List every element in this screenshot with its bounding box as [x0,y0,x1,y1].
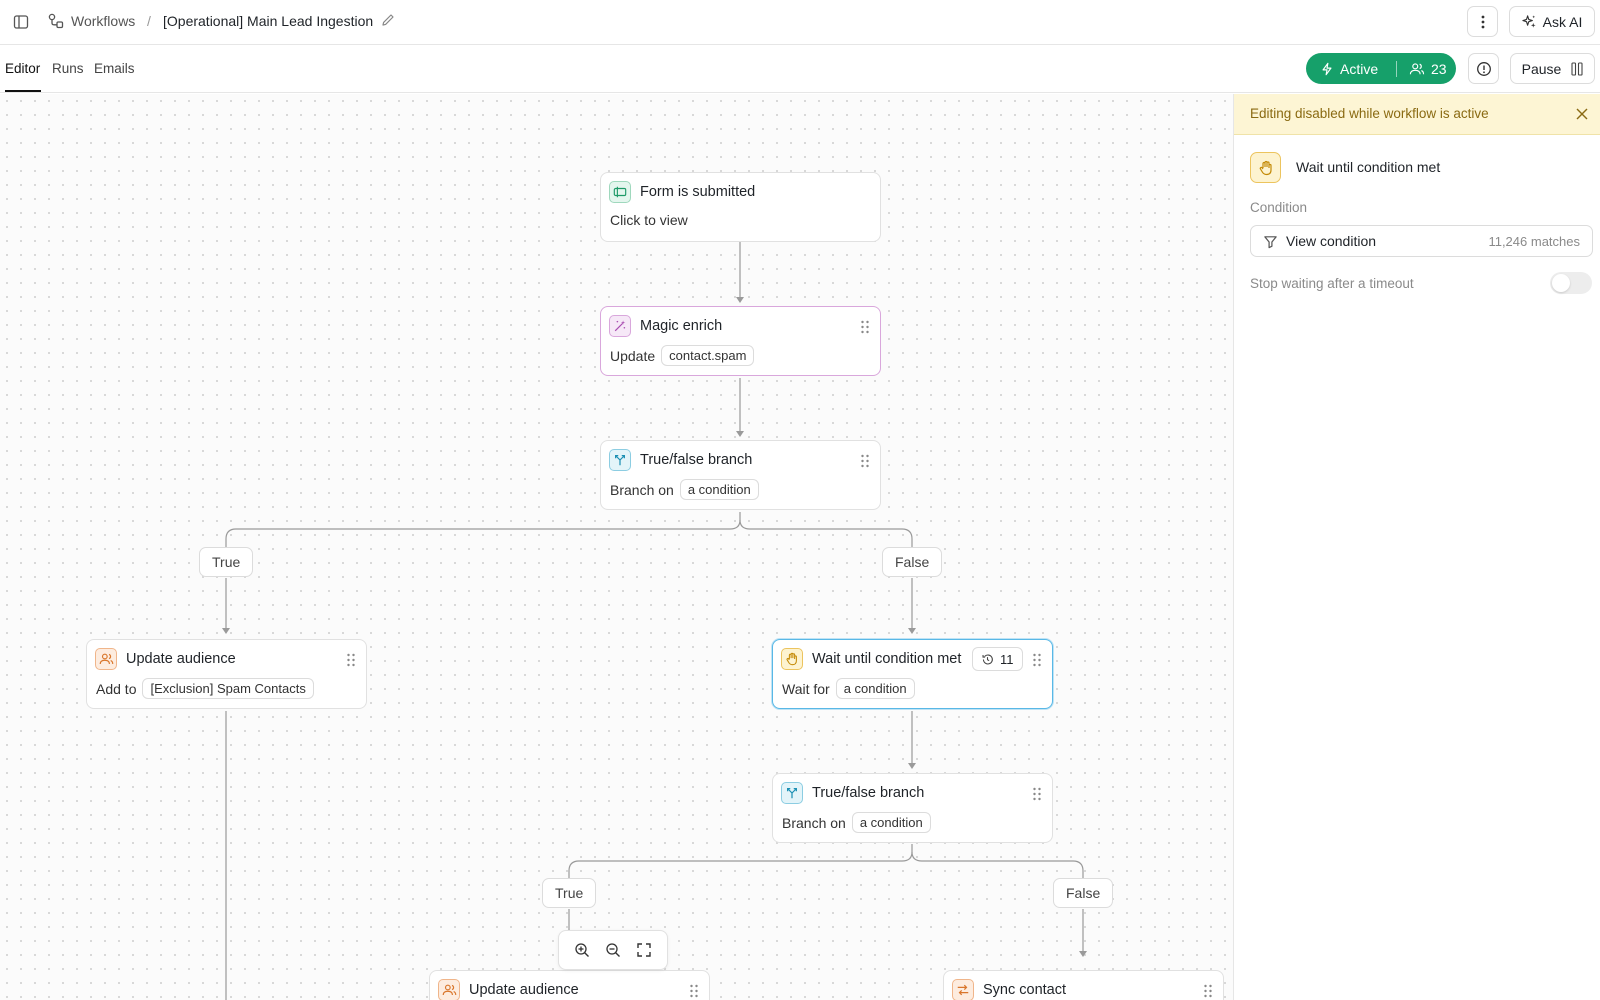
ask-ai-label: Ask AI [1542,13,1583,30]
drag-handle-icon[interactable] [689,984,699,998]
top-bar: Workflows / [Operational] Main Lead Inge… [0,0,1600,45]
waiting-counter[interactable]: 11 [972,647,1023,671]
clock-icon [982,653,993,664]
fit-view-icon[interactable] [636,942,652,958]
tab-emails[interactable]: Emails [94,61,135,76]
drag-handle-icon[interactable] [860,320,870,334]
match-count: 11,246 matches [1488,233,1580,249]
condition-chip[interactable]: a condition [835,678,915,699]
status-toggle-button[interactable]: Active 23 [1306,53,1456,84]
drag-handle-icon[interactable] [1032,787,1042,801]
node-action-label: Branch on [782,814,846,831]
node-title: Wait until condition met [812,651,962,667]
zoom-in-icon[interactable] [574,942,590,958]
status-label: Active [1340,60,1379,77]
timeout-label: Stop waiting after a timeout [1250,276,1414,291]
update-audience-node[interactable]: Update audience [429,970,710,1000]
breadcrumb-workflows[interactable]: Workflows [71,13,135,29]
attribute-chip[interactable]: contact.spam [661,345,755,366]
tab-runs[interactable]: Runs [52,61,84,76]
drag-handle-icon[interactable] [346,653,356,667]
edit-title-icon[interactable] [380,12,398,30]
workflow-canvas[interactable]: Form is submitted Click to view Magic en… [0,94,1233,1000]
node-action-label: Update [610,347,656,364]
branch-label-false: False [1053,878,1114,908]
drag-handle-icon[interactable] [860,454,870,468]
node-action-label: Branch on [610,481,674,498]
branch-node[interactable]: True/false branch Branch on a condition [600,440,881,510]
branch-label-false: False [882,547,943,577]
tab-editor[interactable]: Editor [5,61,40,76]
sparkle-icon [1522,15,1536,28]
audience-chip[interactable]: [Exclusion] Spam Contacts [142,678,314,699]
branch-icon [781,782,803,804]
condition-label: Condition [1250,200,1308,215]
branch-node[interactable]: True/false branch Branch on a condition [772,773,1053,843]
view-condition-label: View condition [1286,233,1377,249]
hand-icon [781,648,803,670]
editing-disabled-banner: Editing disabled while workflow is activ… [1234,94,1600,135]
filter-icon [1264,235,1277,248]
active-tab-indicator [5,90,41,92]
node-action-label: Add to [96,680,137,697]
enrolled-count: 23 [1431,60,1447,77]
condition-chip[interactable]: a condition [851,812,931,833]
users-icon [438,979,460,1000]
drag-handle-icon[interactable] [1032,653,1042,667]
ask-ai-button[interactable]: Ask AI [1509,6,1595,37]
hand-icon [1250,152,1281,183]
info-button[interactable] [1468,53,1499,84]
magic-wand-icon [609,315,631,337]
node-title: Sync contact [983,982,1067,998]
pause-icon [1571,61,1583,76]
bolt-icon [1322,62,1332,75]
sync-icon [952,979,974,1000]
node-title: Magic enrich [640,318,723,334]
view-condition-button[interactable]: View condition 11,246 matches [1250,225,1593,257]
trigger-node[interactable]: Form is submitted Click to view [600,172,881,242]
timeout-toggle[interactable] [1550,272,1592,294]
close-icon[interactable] [1574,106,1590,122]
step-title: Wait until condition met [1296,159,1441,175]
tab-bar: Editor Runs Emails Active 23 Pause [0,45,1600,93]
pause-label: Pause [1521,60,1562,77]
info-icon [1476,61,1491,76]
condition-chip[interactable]: a condition [679,479,759,500]
toggle-knob [1552,274,1570,292]
waiting-count: 11 [1000,651,1014,667]
drag-handle-icon[interactable] [1203,984,1213,998]
breadcrumb-separator: / [147,13,151,29]
branch-icon [609,449,631,471]
step-detail-panel: Editing disabled while workflow is activ… [1233,94,1600,1000]
magic-enrich-node[interactable]: Magic enrich Update contact.spam [600,306,881,376]
branch-label-true: True [542,878,597,908]
form-icon [609,181,631,203]
node-title: Update audience [126,651,236,667]
vertical-dots-icon [1481,15,1484,28]
zoom-controls [558,930,668,970]
node-subtitle: Click to view [610,212,688,228]
pause-button[interactable]: Pause [1510,53,1595,84]
banner-text: Editing disabled while workflow is activ… [1250,106,1489,121]
wait-until-node[interactable]: Wait until condition met 11 Wait for a c… [772,639,1053,709]
node-title: Update audience [469,982,579,998]
node-action-label: Wait for [782,680,830,697]
sync-contact-node[interactable]: Sync contact [943,970,1224,1000]
users-icon [1409,62,1425,74]
node-title: True/false branch [812,785,925,801]
users-icon [95,648,117,670]
workflow-title: [Operational] Main Lead Ingestion [163,13,374,29]
zoom-out-icon[interactable] [605,942,621,958]
branch-label-true: True [199,547,254,577]
node-title: True/false branch [640,452,753,468]
update-audience-node[interactable]: Update audience Add to [Exclusion] Spam … [86,639,367,709]
node-title: Form is submitted [640,184,756,200]
more-options-button[interactable] [1467,6,1498,37]
sidebar-toggle-icon[interactable] [11,12,31,32]
workflow-icon [47,12,65,30]
